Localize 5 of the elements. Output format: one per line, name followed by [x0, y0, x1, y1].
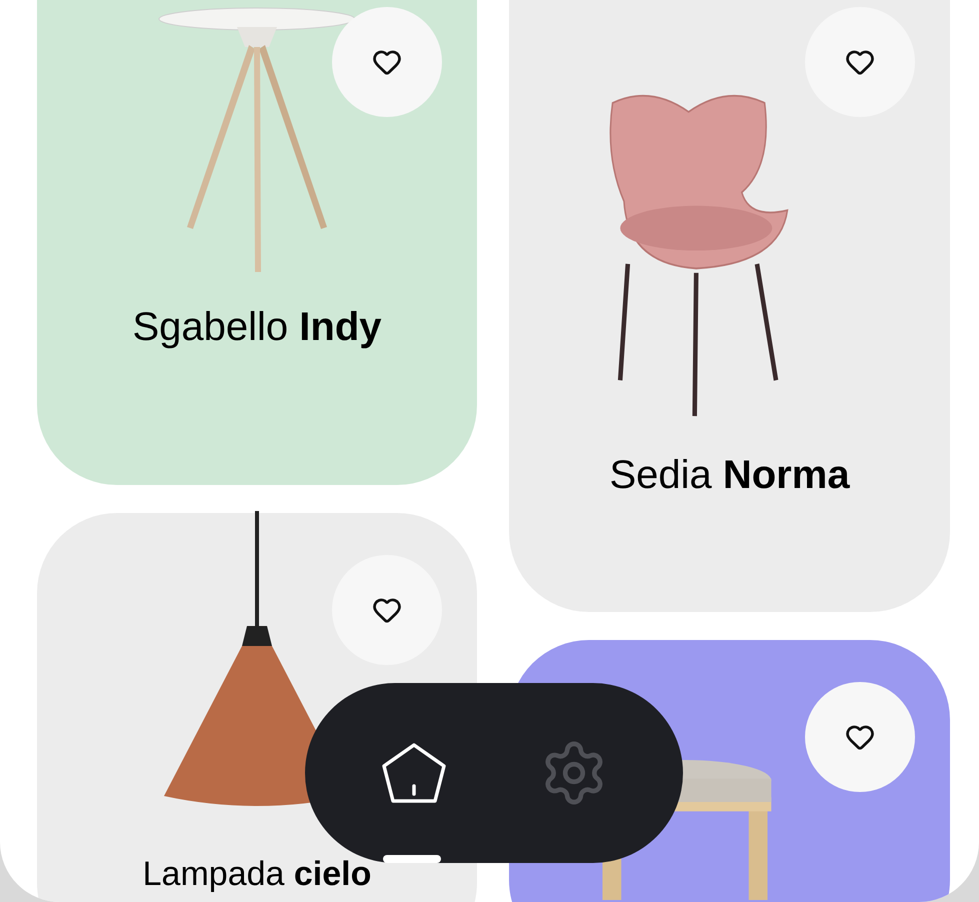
- product-card[interactable]: Sedia Norma: [509, 0, 950, 612]
- product-name: Sedia Norma: [609, 455, 850, 495]
- product-card[interactable]: Sgabello Indy: [37, 0, 477, 485]
- product-name: Lampada cielo: [142, 857, 372, 891]
- product-name: Sgabello Indy: [132, 307, 382, 347]
